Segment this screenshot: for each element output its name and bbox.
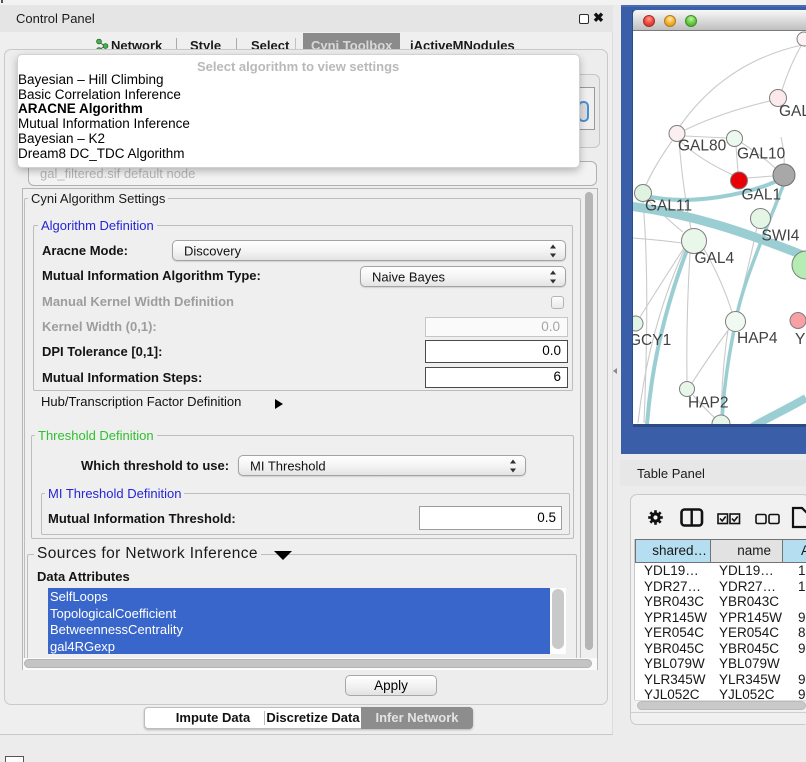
svg-text:GAL7: GAL7	[779, 103, 806, 120]
svg-text:GAL10: GAL10	[737, 145, 786, 162]
svg-text:GCY1: GCY1	[633, 332, 671, 349]
svg-text:GAL11: GAL11	[645, 198, 692, 215]
svg-text:YE: YE	[795, 331, 806, 348]
svg-text:GAL1: GAL1	[742, 186, 782, 203]
svg-text:GAL80: GAL80	[678, 138, 727, 155]
svg-text:SWI4: SWI4	[762, 227, 800, 244]
svg-text:GAL4: GAL4	[695, 250, 735, 267]
svg-text:HAP2: HAP2	[688, 394, 729, 411]
svg-text:HAP4: HAP4	[737, 330, 778, 347]
